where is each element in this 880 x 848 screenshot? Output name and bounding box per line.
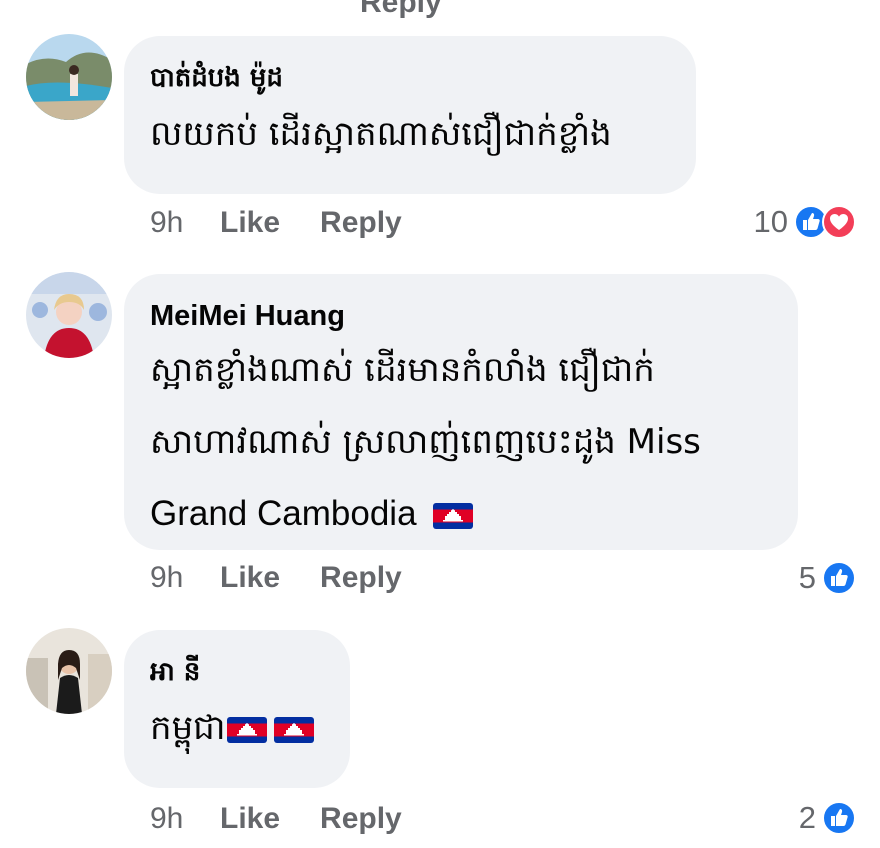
like-button[interactable]: Like [220,802,280,836]
like-button[interactable]: Like [220,206,280,240]
cambodia-flag-icon [273,716,314,743]
comment-actions: 9h Like Reply [150,561,442,595]
like-button[interactable]: Like [220,561,280,595]
avatar[interactable] [26,34,112,120]
comment-text-line: កម្ពុជា [150,708,226,748]
like-icon [822,561,856,595]
comment-bubble: បាត់ដំបង ម៉ូដ លយកប់ ដើរស្អាតណាស់ជឿជាក់ខ្… [124,36,696,194]
comment-text-line: លយកប់ ដើរស្អាតណាស់ជឿជាក់ខ្លាំង [150,114,612,154]
comment-actions: 9h Like Reply [150,206,442,240]
comment-author[interactable]: បាត់ដំបង ម៉ូដ [150,60,670,96]
previous-reply-link[interactable]: Reply [360,0,442,20]
reaction-count: 10 [753,204,788,239]
reply-button[interactable]: Reply [320,802,402,836]
avatar[interactable] [26,272,112,358]
comment-text-line: សាហាវណាស់ ស្រលាញ់ពេញបេះដូង Miss [150,422,701,462]
avatar[interactable] [26,628,112,714]
reaction-count: 5 [798,560,816,595]
reaction-count: 2 [798,800,816,835]
reaction-summary[interactable]: 5 [799,560,856,596]
reply-button[interactable]: Reply [320,561,402,595]
comment-bubble: MeiMei Huang ស្អាតខ្លាំងណាស់ ដើរមានកំលាំ… [124,274,798,550]
comment-author[interactable]: អា នី [150,654,324,690]
comment-text-line: ស្អាតខ្លាំងណាស់ ដើរមានកំលាំង ជឿជាក់ [150,350,655,390]
love-icon [822,205,856,239]
comment-timestamp[interactable]: 9h [150,802,220,836]
cambodia-flag-icon [226,716,267,743]
like-icon [822,801,856,835]
reaction-summary[interactable]: 10 [754,204,856,240]
comment-bubble: អា នី កម្ពុជា [124,630,350,788]
cambodia-flag-icon [433,502,474,529]
comment-author[interactable]: MeiMei Huang [150,298,772,334]
comment-actions: 9h Like Reply [150,802,442,836]
comment-text-line: Grand Cambodia [150,494,417,533]
reaction-summary[interactable]: 2 [799,800,856,836]
comment-timestamp[interactable]: 9h [150,206,220,240]
reply-button[interactable]: Reply [320,206,402,240]
comment-timestamp[interactable]: 9h [150,561,220,595]
